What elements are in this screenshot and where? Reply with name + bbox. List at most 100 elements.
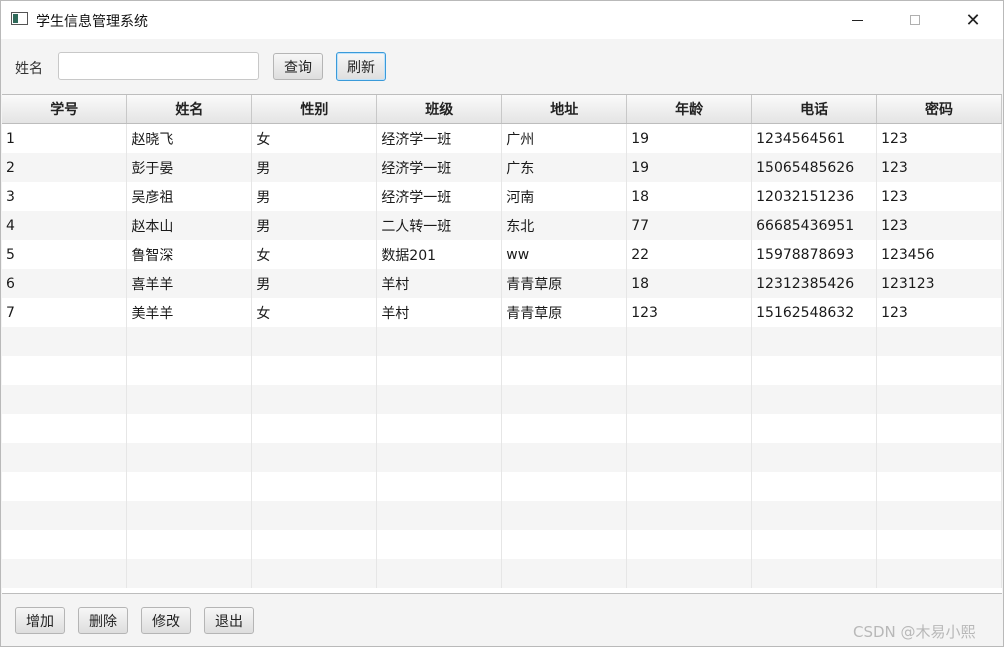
table-cell: 3 — [2, 182, 128, 211]
empty-row — [2, 443, 1002, 472]
table-cell: 女 — [251, 240, 378, 269]
column-header-id[interactable]: 学号 — [2, 95, 128, 124]
table-cell: 123 — [876, 182, 1002, 211]
table-cell: 经济学一班 — [376, 153, 503, 182]
app-window-icon — [11, 12, 28, 25]
exit-button-label: 退出 — [215, 613, 243, 630]
empty-row — [2, 327, 1002, 356]
delete-button-label: 删除 — [89, 613, 117, 630]
close-icon: ✕ — [965, 9, 981, 31]
table-row[interactable]: 3 吴彦祖 男 经济学一班 河南 18 12032151236 123 — [2, 182, 1002, 211]
table-cell: 广东 — [501, 153, 628, 182]
table-cell: 123123 — [876, 269, 1002, 298]
table-row[interactable]: 1 赵晓飞 女 经济学一班 广州 19 1234564561 123 — [2, 123, 1002, 153]
empty-row — [2, 530, 1002, 559]
app-window: 学生信息管理系统 ✕ 姓名 查询 刷新 学号 姓名 性别 班级 地址 年龄 电话… — [0, 0, 1004, 647]
column-header-class[interactable]: 班级 — [376, 95, 503, 124]
table-cell: 赵本山 — [126, 211, 253, 240]
refresh-button[interactable]: 刷新 — [336, 52, 386, 81]
table-cell: 5 — [2, 240, 128, 269]
table-row[interactable]: 4 赵本山 男 二人转一班 东北 77 66685436951 123 — [2, 211, 1002, 240]
table-cell: 女 — [251, 123, 378, 153]
table-cell: 河南 — [501, 182, 628, 211]
column-header-name[interactable]: 姓名 — [126, 95, 253, 124]
minimize-icon — [851, 19, 863, 21]
window-title: 学生信息管理系统 — [36, 14, 148, 30]
table-cell: 123456 — [876, 240, 1002, 269]
maximize-button[interactable] — [886, 1, 944, 39]
table-cell: 女 — [251, 298, 378, 327]
title-bar: 学生信息管理系统 ✕ — [1, 1, 1003, 39]
table-cell: 鲁智深 — [126, 240, 253, 269]
table-cell: 77 — [626, 211, 753, 240]
table-cell: 广州 — [501, 123, 628, 153]
table-cell: 男 — [251, 211, 378, 240]
table-cell: 19 — [626, 153, 753, 182]
table-cell: 2 — [2, 153, 128, 182]
table-cell: 美羊羊 — [126, 298, 253, 327]
exit-button[interactable]: 退出 — [204, 607, 254, 634]
empty-row — [2, 385, 1002, 414]
table-cell: 12032151236 — [751, 182, 878, 211]
table-cell: 赵晓飞 — [126, 123, 253, 153]
table-cell: 男 — [251, 269, 378, 298]
delete-button[interactable]: 删除 — [78, 607, 128, 634]
close-button[interactable]: ✕ — [944, 1, 1002, 39]
table-row[interactable]: 7 美羊羊 女 羊村 青青草原 123 15162548632 123 — [2, 298, 1002, 327]
table-cell: 1 — [2, 123, 128, 153]
table-cell: 123 — [876, 123, 1002, 153]
table-cell: 男 — [251, 182, 378, 211]
table-header-row: 学号 姓名 性别 班级 地址 年龄 电话 密码 — [2, 95, 1002, 124]
query-button[interactable]: 查询 — [273, 53, 323, 80]
table-cell: 123 — [876, 211, 1002, 240]
column-header-password[interactable]: 密码 — [876, 95, 1002, 124]
table-cell: 数据201 — [376, 240, 503, 269]
name-label: 姓名 — [15, 61, 43, 77]
table-row[interactable]: 2 彭于晏 男 经济学一班 广东 19 15065485626 123 — [2, 153, 1002, 182]
add-button-label: 增加 — [26, 613, 54, 630]
name-search-input[interactable] — [58, 52, 259, 80]
empty-row — [2, 414, 1002, 443]
table-cell: 二人转一班 — [376, 211, 503, 240]
add-button[interactable]: 增加 — [15, 607, 65, 634]
column-header-gender[interactable]: 性别 — [251, 95, 378, 124]
table-cell: 19 — [626, 123, 753, 153]
column-header-age[interactable]: 年龄 — [626, 95, 753, 124]
table-cell: 4 — [2, 211, 128, 240]
column-header-phone[interactable]: 电话 — [751, 95, 878, 124]
query-button-label: 查询 — [284, 59, 312, 76]
column-header-address[interactable]: 地址 — [501, 95, 628, 124]
table-cell: ww — [501, 240, 628, 269]
watermark: CSDN @木易小熙 — [853, 623, 976, 641]
table-cell: 6 — [2, 269, 128, 298]
table-cell: 羊村 — [376, 269, 503, 298]
table-cell: 22 — [626, 240, 753, 269]
edit-button[interactable]: 修改 — [141, 607, 191, 634]
table-cell: 东北 — [501, 211, 628, 240]
table-cell: 18 — [626, 182, 753, 211]
table-cell: 18 — [626, 269, 753, 298]
empty-row — [2, 501, 1002, 530]
minimize-button[interactable] — [828, 1, 886, 39]
refresh-button-label: 刷新 — [347, 59, 375, 76]
maximize-icon — [910, 15, 920, 25]
table-cell: 7 — [2, 298, 128, 327]
table-cell: 吴彦祖 — [126, 182, 253, 211]
empty-row — [2, 356, 1002, 385]
table-cell: 彭于晏 — [126, 153, 253, 182]
table-cell: 123 — [876, 153, 1002, 182]
table-cell: 羊村 — [376, 298, 503, 327]
student-table[interactable]: 学号 姓名 性别 班级 地址 年龄 电话 密码 1 赵晓飞 女 经济学一班 广州 — [2, 94, 1002, 594]
table-cell: 男 — [251, 153, 378, 182]
table-cell: 66685436951 — [751, 211, 878, 240]
table-row[interactable]: 5 鲁智深 女 数据201 ww 22 15978878693 123456 — [2, 240, 1002, 269]
table-cell: 15978878693 — [751, 240, 878, 269]
table-cell: 123 — [876, 298, 1002, 327]
table-cell: 15065485626 — [751, 153, 878, 182]
table-cell: 经济学一班 — [376, 123, 503, 153]
table-cell: 喜羊羊 — [126, 269, 253, 298]
edit-button-label: 修改 — [152, 613, 180, 630]
table-cell: 12312385426 — [751, 269, 878, 298]
table-cell: 青青草原 — [501, 298, 628, 327]
table-row[interactable]: 6 喜羊羊 男 羊村 青青草原 18 12312385426 123123 — [2, 269, 1002, 298]
